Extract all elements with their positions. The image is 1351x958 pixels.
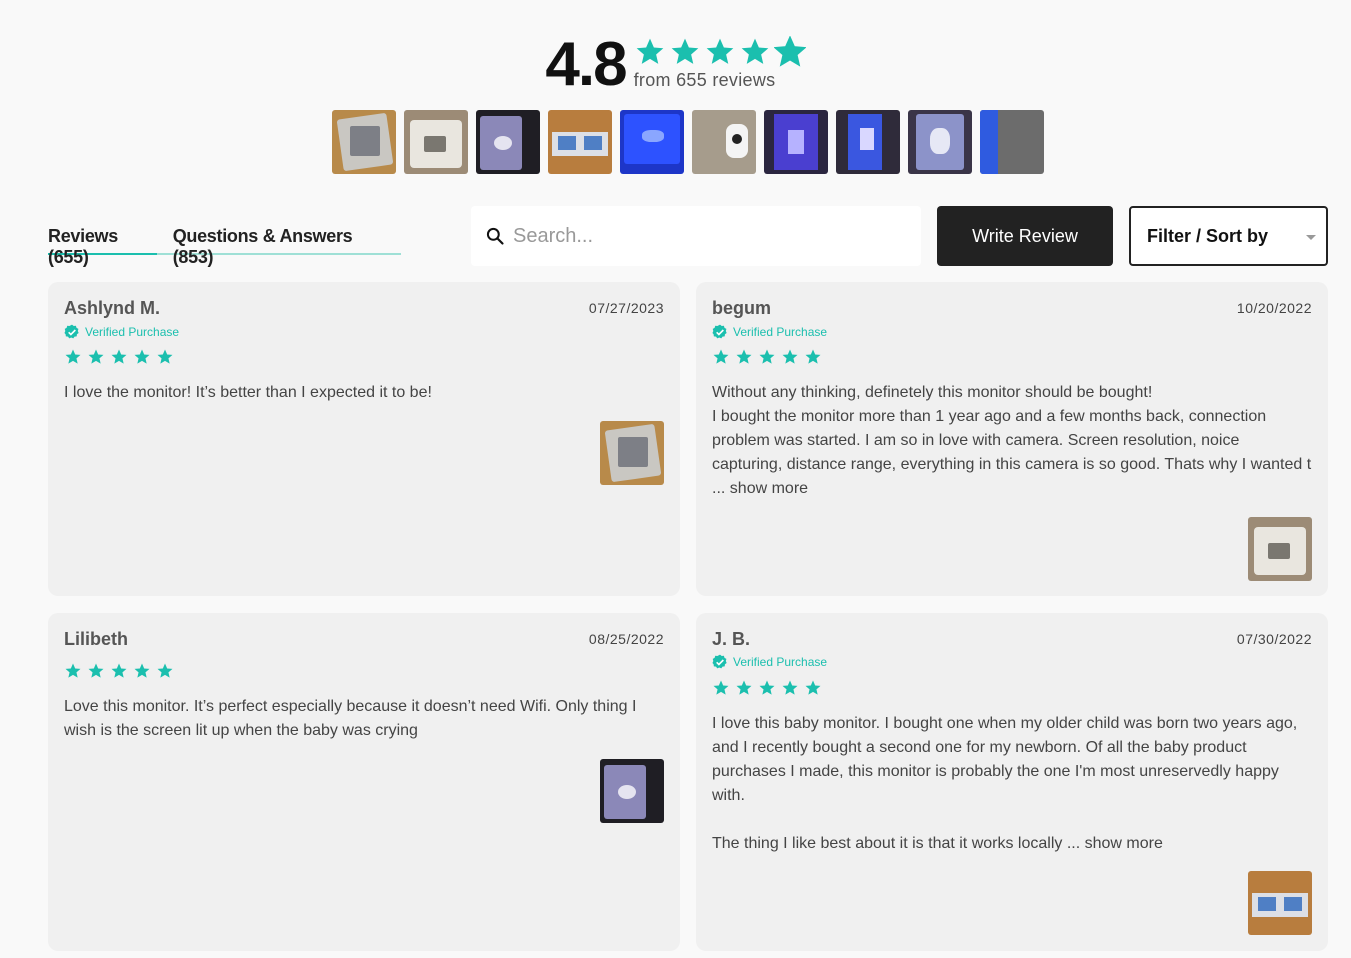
verified-check-icon (712, 654, 727, 669)
verified-label: Verified Purchase (733, 655, 828, 669)
tab-reviews[interactable]: Reviews (655) (48, 224, 157, 267)
review-text: The thing I like best about it is that i… (712, 835, 1081, 852)
review-tabs: Reviews (655) Questions & Answers (853) (48, 224, 401, 267)
review-stars (712, 348, 822, 366)
reviewer-name: Lilibeth (64, 629, 128, 649)
review-photo[interactable] (332, 110, 396, 174)
filter-sort-label: Filter / Sort by (1147, 225, 1269, 246)
star-icon (134, 663, 150, 678)
tab-questions-answers[interactable]: Questions & Answers (853) (173, 224, 385, 267)
review-card: begum 10/20/2022 Verified Purchase Witho… (696, 282, 1328, 596)
review-photo[interactable] (764, 110, 828, 174)
star-icon (111, 349, 127, 364)
search-input[interactable] (513, 224, 893, 248)
verified-check-icon (64, 324, 79, 339)
review-photo[interactable] (620, 110, 684, 174)
review-text: I love this baby monitor. I bought one w… (712, 715, 1298, 804)
star-icon (88, 663, 104, 678)
star-icon (636, 38, 663, 64)
review-body: Without any thinking, definetely this mo… (712, 381, 1312, 501)
search-box (471, 206, 921, 266)
star-icon (65, 663, 81, 678)
verified-label: Verified Purchase (85, 325, 180, 339)
star-icon (671, 38, 698, 64)
star-icon (736, 680, 752, 695)
review-card: Lilibeth 08/25/2022 Love this monitor. I… (48, 613, 680, 951)
review-card: J. B. 07/30/2022 Verified Purchase I lov… (696, 613, 1328, 951)
review-text: Without any thinking, definetely this mo… (712, 384, 1153, 401)
star-icon (713, 680, 729, 695)
review-stars (712, 679, 822, 697)
star-icon (782, 349, 798, 364)
star-icon (759, 349, 775, 364)
review-stars (64, 662, 174, 680)
reviewer-name: J. B. (712, 629, 751, 649)
star-icon (736, 349, 752, 364)
review-photo[interactable] (836, 110, 900, 174)
review-stars (64, 348, 174, 366)
star-icon (805, 349, 821, 364)
review-photo[interactable] (980, 110, 1044, 174)
reviewer-name: Ashlynd M. (64, 298, 161, 318)
review-photo[interactable] (1248, 871, 1312, 935)
star-icon (713, 349, 729, 364)
review-date: 07/30/2022 (1236, 631, 1312, 647)
reviewer-name: begum (712, 298, 772, 318)
review-photo[interactable] (908, 110, 972, 174)
star-icon (65, 349, 81, 364)
filter-sort-select[interactable]: Filter / Sort by (1129, 206, 1328, 266)
review-text: I love the monitor! It’s better than I e… (64, 384, 432, 401)
rating-summary: 4.8 from 655 reviews (0, 32, 1351, 98)
show-more-link[interactable]: show more (1085, 835, 1163, 852)
star-half-icon (773, 36, 806, 67)
review-count: from 655 reviews (633, 70, 776, 90)
star-icon (706, 38, 733, 64)
review-date: 10/20/2022 (1236, 300, 1312, 316)
verified-badge: Verified Purchase (64, 324, 179, 340)
verified-badge: Verified Purchase (712, 654, 827, 670)
review-photo[interactable] (548, 110, 612, 174)
star-icon (782, 680, 798, 695)
verified-badge: Verified Purchase (712, 324, 827, 340)
review-body: I love the monitor! It’s better than I e… (64, 381, 664, 405)
review-body: I love this baby monitor. I bought one w… (712, 712, 1312, 856)
star-icon (134, 349, 150, 364)
star-icon (759, 680, 775, 695)
review-photo[interactable] (600, 421, 664, 485)
review-photo[interactable] (404, 110, 468, 174)
average-rating: 4.8 (545, 30, 627, 99)
star-icon (157, 663, 173, 678)
photo-gallery (332, 110, 1044, 174)
average-stars (634, 36, 806, 68)
review-photo[interactable] (600, 759, 664, 823)
star-icon (805, 680, 821, 695)
review-card: Ashlynd M. 07/27/2023 Verified Purchase … (48, 282, 680, 596)
review-date: 08/25/2022 (588, 631, 664, 647)
review-photo[interactable] (476, 110, 540, 174)
verified-check-icon (712, 324, 727, 339)
review-body: Love this monitor. It’s perfect especial… (64, 695, 664, 743)
review-photo[interactable] (1248, 517, 1312, 581)
review-text: Love this monitor. It’s perfect especial… (64, 698, 637, 739)
write-review-button[interactable]: Write Review (937, 206, 1113, 266)
star-icon (741, 38, 768, 64)
review-photo[interactable] (692, 110, 756, 174)
star-icon (111, 663, 127, 678)
chevron-down-icon (1306, 235, 1316, 240)
star-icon (157, 349, 173, 364)
search-icon (486, 227, 504, 245)
verified-label: Verified Purchase (733, 325, 828, 339)
show-more-link[interactable]: show more (730, 480, 808, 497)
review-date: 07/27/2023 (588, 300, 664, 316)
star-icon (88, 349, 104, 364)
